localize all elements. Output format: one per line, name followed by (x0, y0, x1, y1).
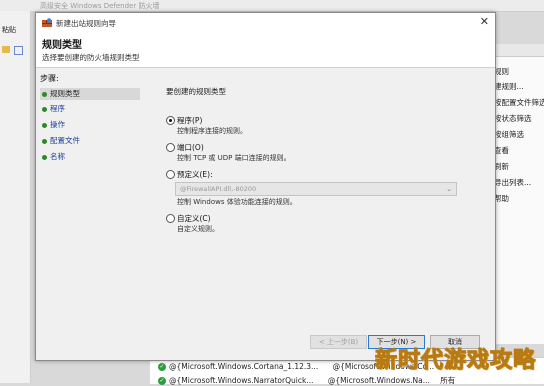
rule-name: @{Microsoft.Windows.NarratorQuick... (169, 376, 314, 385)
enabled-check-icon: ✓ (158, 377, 166, 385)
new-outbound-rule-wizard: 新建出站规则向导 ✕ 规则类型 选择要创建的防火墙规则类型 步骤: 规则类型 程… (35, 12, 496, 361)
step-bullet-icon (42, 91, 47, 97)
predefined-select[interactable]: @FirewallAPI.dll,-80200 ⌄ (175, 182, 457, 196)
custom-option-desc: 自定义规则。 (177, 225, 219, 233)
dialog-header: 规则类型 选择要创建的防火墙规则类型 (36, 33, 495, 68)
rule-profile: 所有 (440, 376, 456, 385)
custom-radio[interactable] (166, 214, 175, 223)
action-new-rule[interactable]: 建规则... (494, 81, 524, 92)
port-option-label[interactable]: 端口(O) (177, 142, 204, 153)
watermark-logo: 新时代游戏攻略 (374, 348, 536, 374)
predefined-option-desc: 控制 Windows 体验功能连接的规则。 (177, 198, 297, 206)
step-bullet-icon (42, 122, 47, 128)
step-label: 程序 (50, 104, 65, 113)
action-view[interactable]: 查看 (494, 145, 509, 156)
step-profile[interactable]: 配置文件 (40, 135, 140, 147)
background-title-bar: 高级安全 Windows Defender 防火墙 (0, 0, 544, 12)
program-option-label[interactable]: 程序(P) (177, 115, 202, 126)
enabled-check-icon: ✓ (158, 363, 166, 371)
program-option-desc: 控制程序连接的规则。 (177, 127, 247, 135)
step-label: 规则类型 (50, 89, 80, 98)
action-filter-state[interactable]: 按状态筛选 (494, 113, 532, 124)
rule-group: @{Microsoft.Windows.Na... (327, 376, 430, 385)
predefined-select-value: @FirewallAPI.dll,-80200 (180, 185, 257, 193)
predefined-radio[interactable] (166, 170, 175, 179)
step-name[interactable]: 名称 (40, 151, 140, 163)
steps-panel: 步骤: 规则类型 程序 操作 配置文件 名称 (36, 68, 144, 360)
step-program[interactable]: 程序 (40, 103, 140, 115)
step-label: 配置文件 (50, 136, 80, 145)
action-filter-group[interactable]: 按组筛选 (494, 129, 524, 140)
program-radio[interactable] (166, 116, 175, 125)
step-bullet-icon (42, 154, 47, 160)
step-label: 名称 (50, 152, 65, 161)
firewall-icon (42, 18, 52, 27)
paste-label: 粘贴 (2, 26, 16, 34)
port-radio[interactable] (166, 143, 175, 152)
page-title: 规则类型 (42, 40, 82, 51)
step-action[interactable]: 操作 (40, 119, 140, 131)
action-refresh[interactable]: 刷新 (494, 161, 509, 172)
action-rules[interactable]: 规则 (494, 66, 509, 77)
rule-type-question: 要创建的规则类型 (166, 87, 226, 96)
close-icon[interactable]: ✕ (480, 15, 489, 28)
table-row[interactable]: ✓ @{Microsoft.Windows.NarratorQuick... @{… (158, 375, 455, 386)
step-bullet-icon (42, 138, 47, 144)
port-option-desc: 控制 TCP 或 UDP 端口连接的规则。 (177, 154, 291, 162)
dialog-title-bar: 新建出站规则向导 ✕ (36, 13, 495, 33)
page-subtitle: 选择要创建的防火墙规则类型 (42, 53, 140, 62)
custom-option-label[interactable]: 自定义(C) (177, 213, 211, 224)
dialog-title: 新建出站规则向导 (56, 19, 116, 28)
action-help[interactable]: 帮助 (494, 193, 509, 204)
folder-icon (2, 46, 10, 53)
rule-name: @{Microsoft.Windows.Cortana_1.12.3... (169, 362, 319, 371)
background-title: 高级安全 Windows Defender 防火墙 (40, 2, 160, 10)
step-bullet-icon (42, 106, 47, 112)
chevron-down-icon: ⌄ (446, 185, 452, 193)
rule-type-content: 要创建的规则类型 程序(P) 控制程序连接的规则。 端口(O) 控制 TCP 或… (144, 68, 495, 360)
actions-pane: 规则 建规则... 按配置文件筛选 按状态筛选 按组筛选 查看 刷新 导出列表.… (490, 44, 544, 344)
action-filter-profile[interactable]: 按配置文件筛选 (494, 97, 544, 108)
steps-label: 步骤: (40, 74, 59, 83)
step-label: 操作 (50, 120, 65, 129)
step-rule-type[interactable]: 规则类型 (40, 88, 140, 100)
actions-header (491, 44, 544, 57)
background-left-pane: 粘贴 (0, 11, 31, 383)
save-icon (14, 46, 23, 55)
predefined-option-label[interactable]: 预定义(E): (177, 169, 213, 180)
back-button[interactable]: < 上一步(B) (310, 335, 367, 349)
action-export[interactable]: 导出列表... (494, 177, 531, 188)
